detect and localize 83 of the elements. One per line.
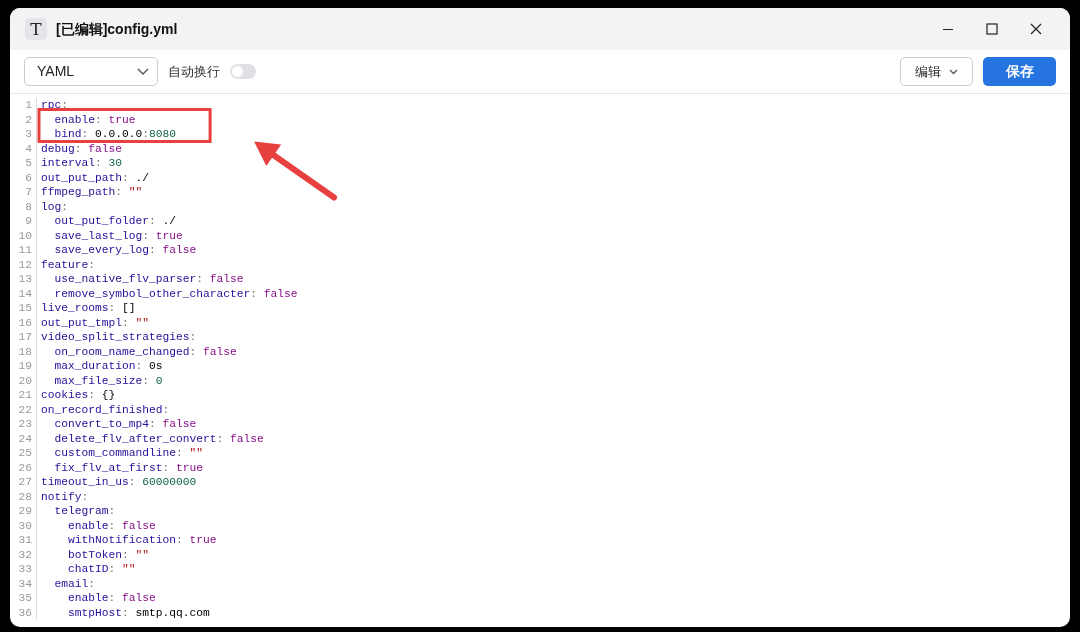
code-line: notify: — [41, 489, 89, 504]
line-number: 18 — [10, 344, 37, 359]
close-icon — [1030, 23, 1042, 35]
code-line: rpc: — [41, 98, 69, 113]
code-line: convert_to_mp4: false — [53, 417, 197, 432]
line-number: 10 — [10, 228, 37, 243]
code-line: cookies: {} — [41, 388, 116, 403]
line-number: 26 — [10, 460, 37, 475]
line-number: 17 — [10, 330, 37, 345]
code-line: max_duration: 0s — [53, 359, 163, 374]
code-line: timeout_in_us: 60000000 — [41, 475, 197, 490]
code-line: email: — [53, 576, 96, 591]
line-number: 35 — [10, 591, 37, 606]
line-number: 27 — [10, 475, 37, 490]
line-number: 32 — [10, 547, 37, 562]
code-line: smtpHost: smtp.qq.com — [67, 605, 210, 620]
code-line: live_rooms: [] — [41, 301, 136, 316]
code-line: enable: false — [67, 518, 156, 533]
code-line: remove_symbol_other_character: false — [53, 286, 298, 301]
code-line: out_put_tmpl: "" — [41, 315, 150, 330]
line-number: 21 — [10, 388, 37, 403]
line-number: 25 — [10, 446, 37, 461]
line-number: 23 — [10, 417, 37, 432]
code-line: interval: 30 — [41, 156, 123, 171]
line-number: 36 — [10, 605, 37, 620]
line-number: 2 — [10, 112, 37, 127]
line-number: 20 — [10, 373, 37, 388]
line-number: 11 — [10, 243, 37, 258]
code-line: on_room_name_changed: false — [53, 344, 237, 359]
code-line: withNotification: true — [67, 533, 217, 548]
line-number: 7 — [10, 185, 37, 200]
window-title: [已编辑]config.yml — [56, 19, 178, 39]
save-button[interactable]: 保存 — [983, 57, 1056, 86]
line-number: 14 — [10, 286, 37, 301]
line-number: 34 — [10, 576, 37, 591]
code-line: video_split_strategies: — [41, 330, 197, 345]
code-line: save_every_log: false — [53, 243, 197, 258]
code-line: log: — [41, 199, 69, 214]
code-line: custom_commandline: "" — [53, 446, 204, 461]
code-line: ffmpeg_path: "" — [41, 185, 143, 200]
code-line: delete_flv_after_convert: false — [53, 431, 264, 446]
line-number: 29 — [10, 504, 37, 519]
line-number: 3 — [10, 127, 37, 142]
line-number: 15 — [10, 301, 37, 316]
line-number: 1 — [10, 98, 37, 113]
line-number: 24 — [10, 431, 37, 446]
line-number: 33 — [10, 562, 37, 577]
line-number: 8 — [10, 199, 37, 214]
line-number: 19 — [10, 359, 37, 374]
code-line: debug: false — [41, 141, 123, 156]
code-line: feature: — [41, 257, 96, 272]
line-number: 13 — [10, 272, 37, 287]
code-line: use_native_flv_parser: false — [53, 272, 244, 287]
code-line: enable: true — [53, 112, 136, 127]
line-number: 5 — [10, 156, 37, 171]
code-line: enable: false — [67, 591, 156, 606]
code-line: on_record_finished: — [41, 402, 170, 417]
code-line: fix_flv_at_first: true — [53, 460, 204, 475]
code-line: chatID: "" — [67, 562, 136, 577]
wrap-label: 自动换行 — [168, 62, 220, 81]
line-number: 28 — [10, 489, 37, 504]
line-number: 30 — [10, 518, 37, 533]
app-icon: T — [25, 18, 47, 40]
line-number: 16 — [10, 315, 37, 330]
wrap-toggle[interactable] — [230, 64, 256, 79]
line-number: 31 — [10, 533, 37, 548]
code-line: out_put_path: ./ — [41, 170, 150, 185]
code-line: botToken: "" — [67, 547, 150, 562]
code-line: telegram: — [53, 504, 116, 519]
line-number: 6 — [10, 170, 37, 185]
line-number: 12 — [10, 257, 37, 272]
language-select[interactable]: YAML — [24, 57, 158, 86]
edit-menu-button[interactable]: 编辑 — [900, 57, 973, 86]
code-line: out_put_folder: ./ — [53, 214, 177, 229]
line-number: 9 — [10, 214, 37, 229]
line-number: 22 — [10, 402, 37, 417]
caret-icon — [949, 68, 958, 75]
code-line: save_last_log: true — [53, 228, 183, 243]
code-line: max_file_size: 0 — [53, 373, 163, 388]
maximize-icon — [986, 23, 998, 35]
code-line: bind: 0.0.0.0:8080 — [53, 127, 177, 142]
chevron-icon — [137, 67, 149, 76]
line-number: 4 — [10, 141, 37, 156]
